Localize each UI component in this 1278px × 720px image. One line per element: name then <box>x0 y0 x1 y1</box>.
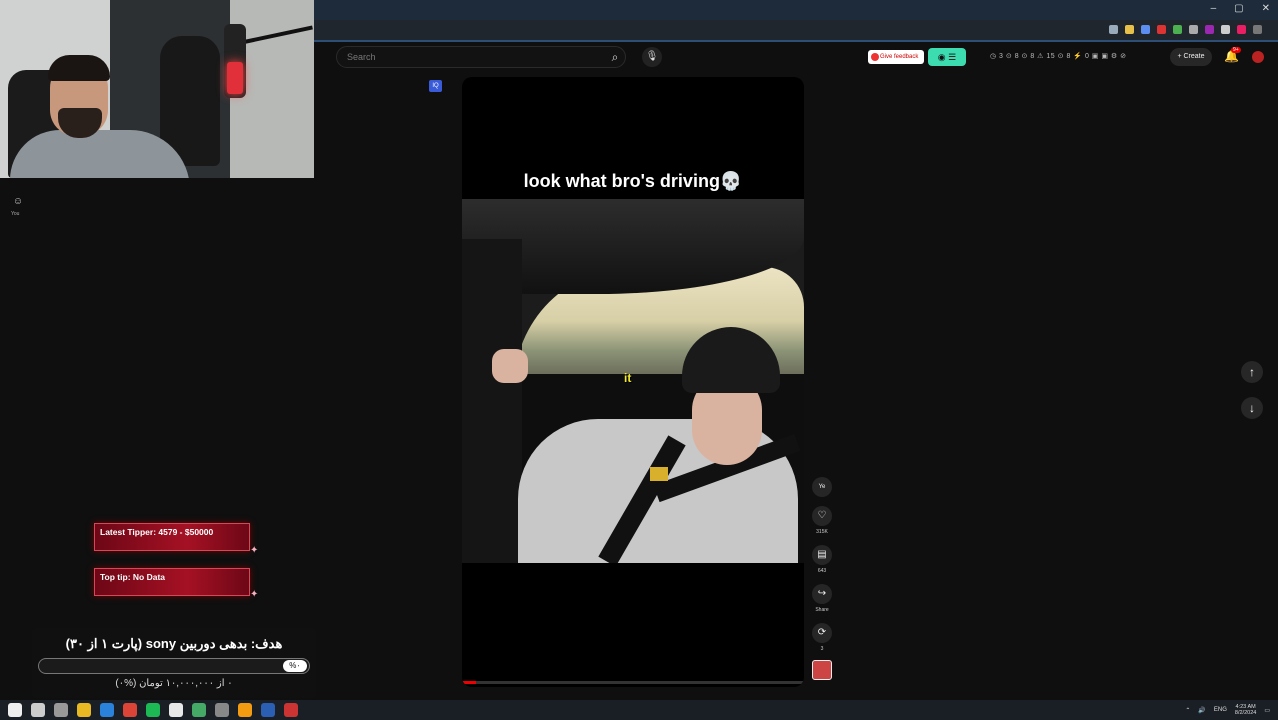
browser-toolbar <box>314 20 1278 42</box>
extension-icon[interactable] <box>1141 25 1150 34</box>
goal-title: هدف: بدهی دوربین sony (پارت ۱ از ۳۰) <box>65 636 283 651</box>
shorts-player[interactable]: look what bro's driving💀 it <box>462 77 804 687</box>
sound-thumbnail[interactable] <box>812 660 832 680</box>
taskbar-app-icon[interactable] <box>54 703 68 717</box>
comment-icon[interactable]: ▤ <box>812 545 832 565</box>
extension-icon[interactable] <box>1205 25 1214 34</box>
driver-hand <box>492 349 528 383</box>
taskbar-app-icon[interactable] <box>238 703 252 717</box>
you-label: You <box>11 211 20 217</box>
taskbar-app-icon[interactable] <box>146 703 160 717</box>
goal-subtitle: ۰ از ۱۰,۰۰۰,۰۰۰ تومان (%۰) <box>115 678 233 689</box>
comment-count: 643 <box>817 568 827 574</box>
avatar[interactable] <box>1252 51 1264 63</box>
system-tray: ⌃ 🔊 ENG 4:23 AM 8/2/2024 ▭ <box>1185 704 1270 716</box>
clock[interactable]: 4:23 AM 8/2/2024 <box>1235 704 1256 716</box>
extension-icon[interactable] <box>1189 25 1198 34</box>
extension-icon[interactable] <box>1173 25 1182 34</box>
next-short-button[interactable]: ↓ <box>1241 397 1263 419</box>
channel-avatar-button[interactable]: Ye <box>811 477 833 497</box>
create-button[interactable]: + Create <box>1170 48 1212 66</box>
share-button[interactable]: ↪ Share <box>811 584 833 613</box>
extension-menu-button[interactable]: ◉ ☰ <box>928 48 966 66</box>
you-icon[interactable]: ☺ <box>11 196 25 210</box>
goal-progress-bar: %۰ <box>38 658 310 674</box>
give-feedback-button[interactable]: Give feedback <box>868 50 924 64</box>
extension-icon[interactable] <box>1253 25 1262 34</box>
heart-icon[interactable]: ♡ <box>812 506 832 526</box>
search-input[interactable]: Search <box>336 46 626 68</box>
taskbar-app-icon[interactable] <box>169 703 183 717</box>
channel-avatar[interactable]: Ye <box>812 477 832 497</box>
screen: – ▢ ✕ Search ⌕ 🎙 Give feedback ◉ ☰ ◷ 3 ⊙… <box>0 0 1278 720</box>
taskbar: ⌃ 🔊 ENG 4:23 AM 8/2/2024 ▭ <box>0 700 1278 720</box>
notification-badge: 9+ <box>1231 47 1241 53</box>
taskbar-app-icon[interactable] <box>100 703 114 717</box>
extension-stats: ◷ 3 ⊙ 8 ⊙ 8 ⚠ 15 ⊙ 8 ⚡ 0 ▣ ▣ ⚙ ⊘ <box>990 53 1127 60</box>
language-indicator[interactable]: ENG <box>1214 707 1227 713</box>
like-count: 315K <box>816 529 828 535</box>
minimize-button[interactable]: – <box>1211 3 1217 14</box>
seatbelt-buckle <box>650 467 668 481</box>
taskbar-app-icon[interactable] <box>192 703 206 717</box>
share-label: Share <box>815 607 829 613</box>
tray-chevron-icon[interactable]: ⌃ <box>1185 707 1190 714</box>
video-caption: look what bro's driving💀 <box>523 171 743 191</box>
mic-icon[interactable]: 🎙 <box>642 47 662 67</box>
video-subtitle: it <box>624 371 632 385</box>
start-icon[interactable] <box>8 703 22 717</box>
sparkle-icon: ✦ <box>250 589 259 600</box>
goal-percent: %۰ <box>283 660 307 672</box>
webcam-mic-light <box>227 62 243 94</box>
comments-button[interactable]: ▤ 643 <box>811 545 833 574</box>
extension-icon[interactable] <box>1237 25 1246 34</box>
video-frame: it <box>462 199 804 563</box>
extension-icons <box>1109 25 1262 34</box>
taskbar-app-icon[interactable] <box>215 703 229 717</box>
remix-count: 3 <box>820 646 824 652</box>
notifications-icon[interactable]: ▭ <box>1264 707 1270 714</box>
maximize-button[interactable]: ▢ <box>1234 3 1243 14</box>
channel-badge[interactable]: IQ <box>429 80 442 92</box>
taskbar-app-icon[interactable] <box>284 703 298 717</box>
donation-goal-panel: هدف: بدهی دوربین sony (پارت ۱ از ۳۰) %۰ … <box>32 628 316 698</box>
sparkle-icon: ✦ <box>250 545 259 556</box>
taskbar-app-icon[interactable] <box>123 703 137 717</box>
webcam-person-hair <box>48 55 110 81</box>
search-icon[interactable] <box>31 703 45 717</box>
youtube-header: Search ⌕ 🎙 Give feedback ◉ ☰ ◷ 3 ⊙ 8 ⊙ 8… <box>314 44 1278 70</box>
taskbar-app-icon[interactable] <box>261 703 275 717</box>
video-progress-fill <box>462 681 476 684</box>
browser-titlebar: – ▢ ✕ <box>314 0 1278 20</box>
extension-icon[interactable] <box>1157 25 1166 34</box>
latest-tipper-box: Latest Tipper: 4579 - $50000 <box>94 523 250 551</box>
clock-date: 8/2/2024 <box>1234 710 1257 716</box>
top-tip-box: Top tip: No Data <box>94 568 250 596</box>
remix-button[interactable]: ⟳ 3 <box>811 623 833 652</box>
close-button[interactable]: ✕ <box>1262 3 1270 14</box>
window-controls: – ▢ ✕ <box>1211 3 1270 14</box>
extension-icon[interactable] <box>1125 25 1134 34</box>
share-icon[interactable]: ↪ <box>812 584 832 604</box>
taskbar-app-icon[interactable] <box>77 703 91 717</box>
webcam-feed <box>0 0 314 178</box>
extension-icon[interactable] <box>1109 25 1118 34</box>
video-progress-bar[interactable] <box>462 681 804 684</box>
previous-short-button[interactable]: ↑ <box>1241 361 1263 383</box>
car-pillar <box>462 239 522 563</box>
search-icon[interactable]: ⌕ <box>608 50 622 64</box>
remix-icon[interactable]: ⟳ <box>812 623 832 643</box>
like-button[interactable]: ♡ 315K <box>811 506 833 535</box>
extension-icon[interactable] <box>1221 25 1230 34</box>
taskbar-icons <box>8 703 298 717</box>
volume-icon[interactable]: 🔊 <box>1198 707 1205 714</box>
